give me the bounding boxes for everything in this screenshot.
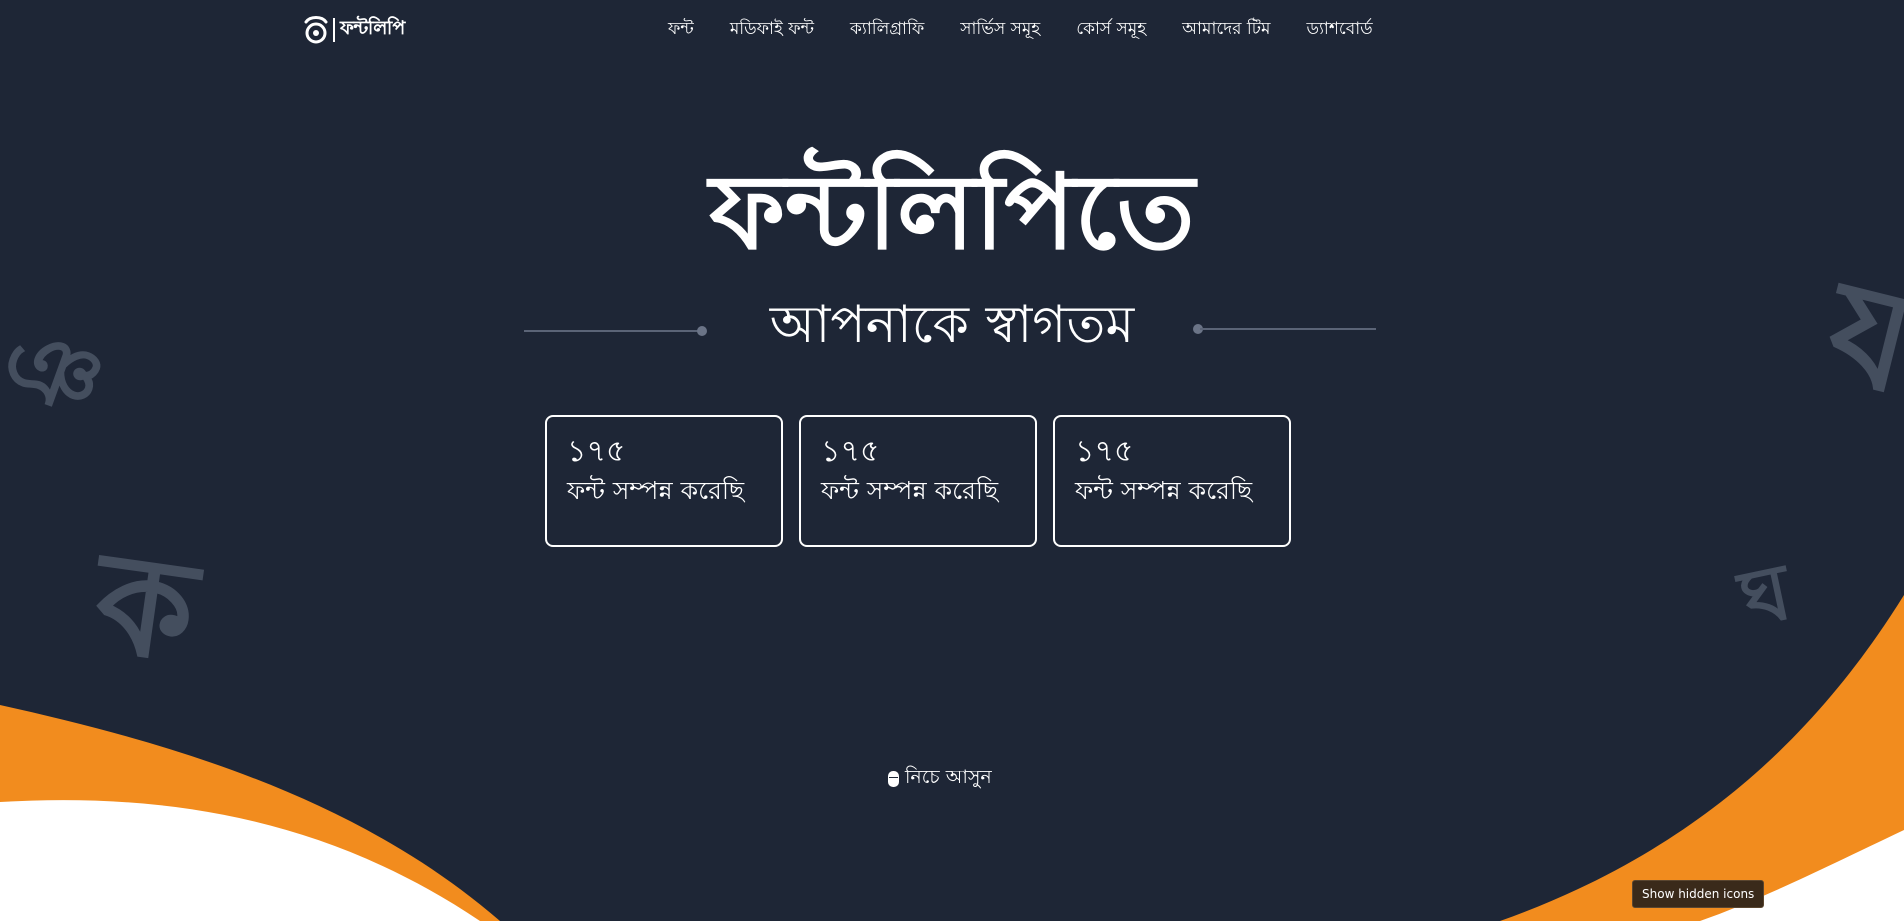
hero-title: ফন্টলিপিতে <box>709 151 1195 273</box>
nav-item-fonts[interactable]: ফন্ট <box>650 14 712 46</box>
mouse-icon <box>888 771 899 787</box>
stat-number: ১৭৫ <box>567 434 626 469</box>
scroll-down-label: নিচে আসুন <box>905 766 992 788</box>
stat-label: ফন্ট সম্পন্ন করেছি <box>1075 476 1253 505</box>
stat-card: ১৭৫ ফন্ট সম্পন্ন করেছি <box>545 415 783 547</box>
stat-card: ১৭৫ ফন্ট সম্পন্ন করেছি <box>1053 415 1291 547</box>
nav-item-calligraphy[interactable]: ক্যালিগ্রাফি <box>832 14 942 46</box>
stat-card: ১৭৫ ফন্ট সম্পন্ন করেছি <box>799 415 1037 547</box>
fontlipi-logo-icon <box>304 16 328 44</box>
show-hidden-icons-tooltip: Show hidden icons <box>1632 880 1765 908</box>
hero-section: ঞ ক য ঘ ফন্টলিপি ফন্ট মডিফাই ফন্ট ক্যালি… <box>0 0 1904 921</box>
stat-label: ফন্ট সম্পন্ন করেছি <box>821 476 999 505</box>
nav-item-dashboard[interactable]: ড্যাশবোর্ড <box>1288 14 1390 46</box>
stat-number: ১৭৫ <box>821 434 880 469</box>
nav-item-our-team[interactable]: আমাদের টিম <box>1164 14 1288 46</box>
decorative-line-right <box>1200 328 1376 330</box>
hero-subtitle: আপনাকে স্বাগতম <box>769 295 1135 355</box>
nav-item-courses[interactable]: কোর্স সমূহ <box>1058 14 1164 46</box>
hero-subtitle-row: আপনাকে স্বাগতম <box>0 290 1904 360</box>
logo-divider <box>333 18 335 42</box>
stat-label: ফন্ট সম্পন্ন করেছি <box>567 476 745 505</box>
main-nav: ফন্ট মডিফাই ফন্ট ক্যালিগ্রাফি সার্ভিস সম… <box>650 14 1391 46</box>
stats-cards: ১৭৫ ফন্ট সম্পন্ন করেছি ১৭৫ ফন্ট সম্পন্ন … <box>545 415 1291 547</box>
nav-item-services[interactable]: সার্ভিস সমূহ <box>942 14 1058 46</box>
nav-item-modify-font[interactable]: মডিফাই ফন্ট <box>712 14 832 46</box>
logo-text: ফন্টলিপি <box>340 17 405 39</box>
top-navbar: ফন্টলিপি ফন্ট মডিফাই ফন্ট ক্যালিগ্রাফি স… <box>0 0 1904 58</box>
scroll-down-link[interactable]: নিচে আসুন <box>888 763 992 795</box>
stat-number: ১৭৫ <box>1075 434 1134 469</box>
site-logo[interactable]: ফন্টলিপি <box>302 12 405 48</box>
